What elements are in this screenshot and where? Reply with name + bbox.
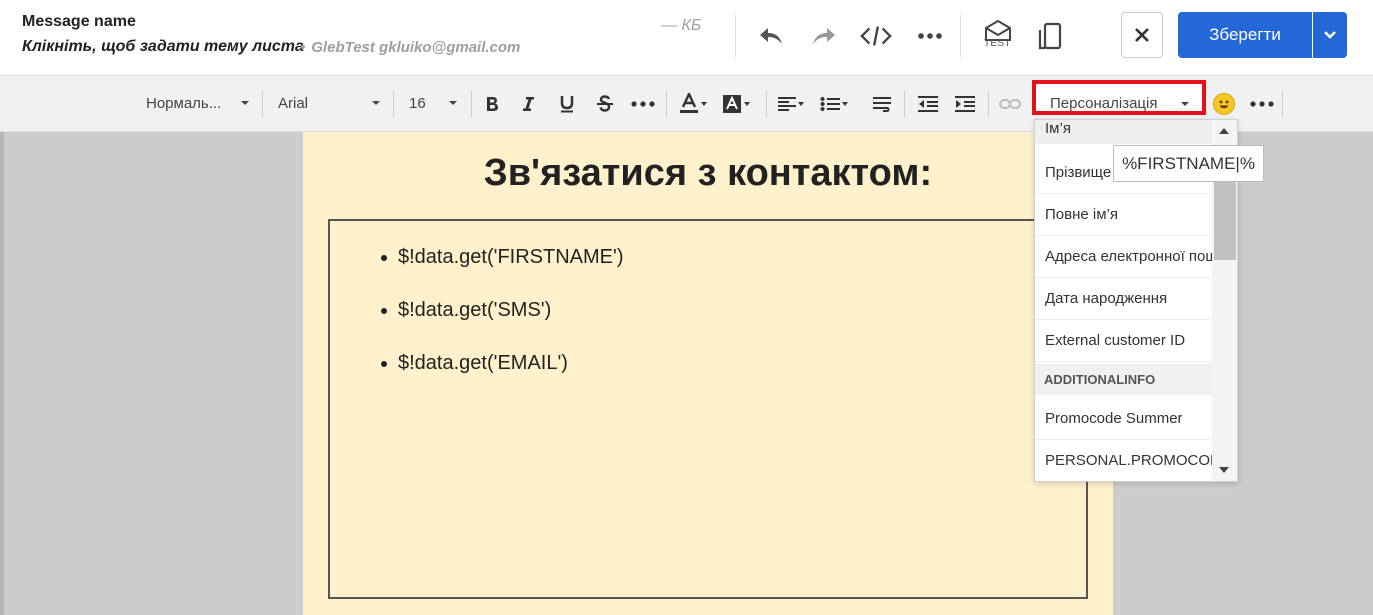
chevron-down-icon: [1324, 31, 1336, 39]
toolbar-divider: [766, 91, 767, 117]
font-size-value: 16: [409, 94, 426, 112]
list-item[interactable]: $!data.get('FIRSTNAME'): [380, 246, 623, 299]
message-name[interactable]: Message name: [22, 13, 136, 31]
menu-item-personal-promocode[interactable]: PERSONAL.PROMOCODE: [1035, 440, 1212, 481]
toolbar-divider: [471, 91, 472, 117]
redo-icon[interactable]: [808, 20, 840, 52]
italic-icon[interactable]: [521, 92, 535, 116]
sender-address: GlebTest gkluiko@gmail.com: [311, 39, 521, 56]
toolbar-divider: [988, 91, 989, 117]
toolbar-divider: [393, 91, 394, 117]
font-family-value: Arial: [278, 94, 309, 112]
toolbar-divider: [1282, 91, 1283, 117]
list-item[interactable]: $!data.get('SMS'): [380, 299, 623, 352]
outdent-icon[interactable]: [918, 92, 938, 116]
test-label: TEST: [984, 38, 1011, 49]
menu-scroll-thumb[interactable]: [1214, 180, 1236, 260]
header: Message name Клікніть, щоб задати тему л…: [0, 0, 1373, 75]
bullet-list-icon[interactable]: [820, 92, 848, 116]
personalization-dropdown[interactable]: Персоналізація: [1050, 95, 1157, 112]
menu-item-first-name[interactable]: Ім’я: [1035, 120, 1212, 144]
message-size: — КБ: [661, 17, 702, 34]
menu-item-external-id[interactable]: External customer ID: [1035, 320, 1212, 362]
align-left-icon[interactable]: [778, 92, 804, 116]
sender-info: • GlebTest gkluiko@gmail.com: [300, 39, 520, 56]
emoji-icon[interactable]: [1213, 93, 1235, 115]
toolbar-divider: [262, 91, 263, 117]
close-button[interactable]: [1121, 12, 1163, 58]
email-heading[interactable]: Зв'язатися з контактом:: [303, 152, 1113, 195]
menu-item-birth-date[interactable]: Дата народження: [1035, 278, 1212, 320]
indent-icon[interactable]: [955, 92, 975, 116]
undo-icon[interactable]: [755, 20, 787, 52]
scroll-down-icon[interactable]: [1219, 467, 1229, 473]
canvas-edge: [0, 132, 4, 615]
sender-separator: •: [300, 39, 306, 56]
line-height-icon[interactable]: [873, 92, 891, 116]
link-icon[interactable]: [999, 92, 1021, 116]
background-color-icon[interactable]: [722, 92, 750, 116]
code-view-icon[interactable]: [860, 20, 892, 52]
mobile-preview-icon[interactable]: [1034, 20, 1066, 52]
header-divider: [960, 15, 961, 57]
save-button[interactable]: Зберегти: [1178, 12, 1312, 58]
underline-icon[interactable]: [559, 92, 575, 116]
paragraph-style-value: Нормаль...: [146, 94, 222, 112]
toolbar-divider: [666, 91, 667, 117]
save-options-button[interactable]: [1313, 12, 1347, 58]
menu-group-header: ADDITIONALINFO: [1035, 364, 1212, 395]
font-size-select[interactable]: 16: [409, 93, 459, 113]
text-color-icon[interactable]: [679, 92, 707, 116]
menu-item-promocode-summer[interactable]: Promocode Summer: [1035, 398, 1212, 440]
paragraph-style-select[interactable]: Нормаль...: [146, 93, 250, 113]
more-options-icon[interactable]: [1250, 92, 1274, 116]
subject-field[interactable]: Клікніть, щоб задати тему листа: [22, 38, 304, 56]
menu-item-full-name[interactable]: Повне ім’я: [1035, 194, 1212, 236]
header-divider: [735, 15, 736, 57]
menu-item-email[interactable]: Адреса електронної пошти: [1035, 236, 1212, 278]
chevron-down-icon: [1181, 102, 1189, 106]
font-family-select[interactable]: Arial: [278, 93, 382, 113]
bold-icon[interactable]: [484, 92, 500, 116]
toolbar-divider: [904, 91, 905, 117]
scroll-up-icon[interactable]: [1219, 128, 1229, 134]
more-formatting-icon[interactable]: [631, 92, 655, 116]
more-icon[interactable]: [914, 20, 946, 52]
merge-tag-tooltip: %FIRSTNAME|%: [1113, 145, 1264, 182]
close-icon: [1135, 28, 1149, 42]
chevron-down-icon: [241, 101, 249, 105]
chevron-down-icon: [372, 101, 380, 105]
chevron-down-icon: [449, 101, 457, 105]
strikethrough-icon[interactable]: [596, 92, 614, 116]
contact-list: $!data.get('FIRSTNAME') $!data.get('SMS'…: [380, 246, 623, 405]
list-item[interactable]: $!data.get('EMAIL'): [380, 352, 623, 405]
